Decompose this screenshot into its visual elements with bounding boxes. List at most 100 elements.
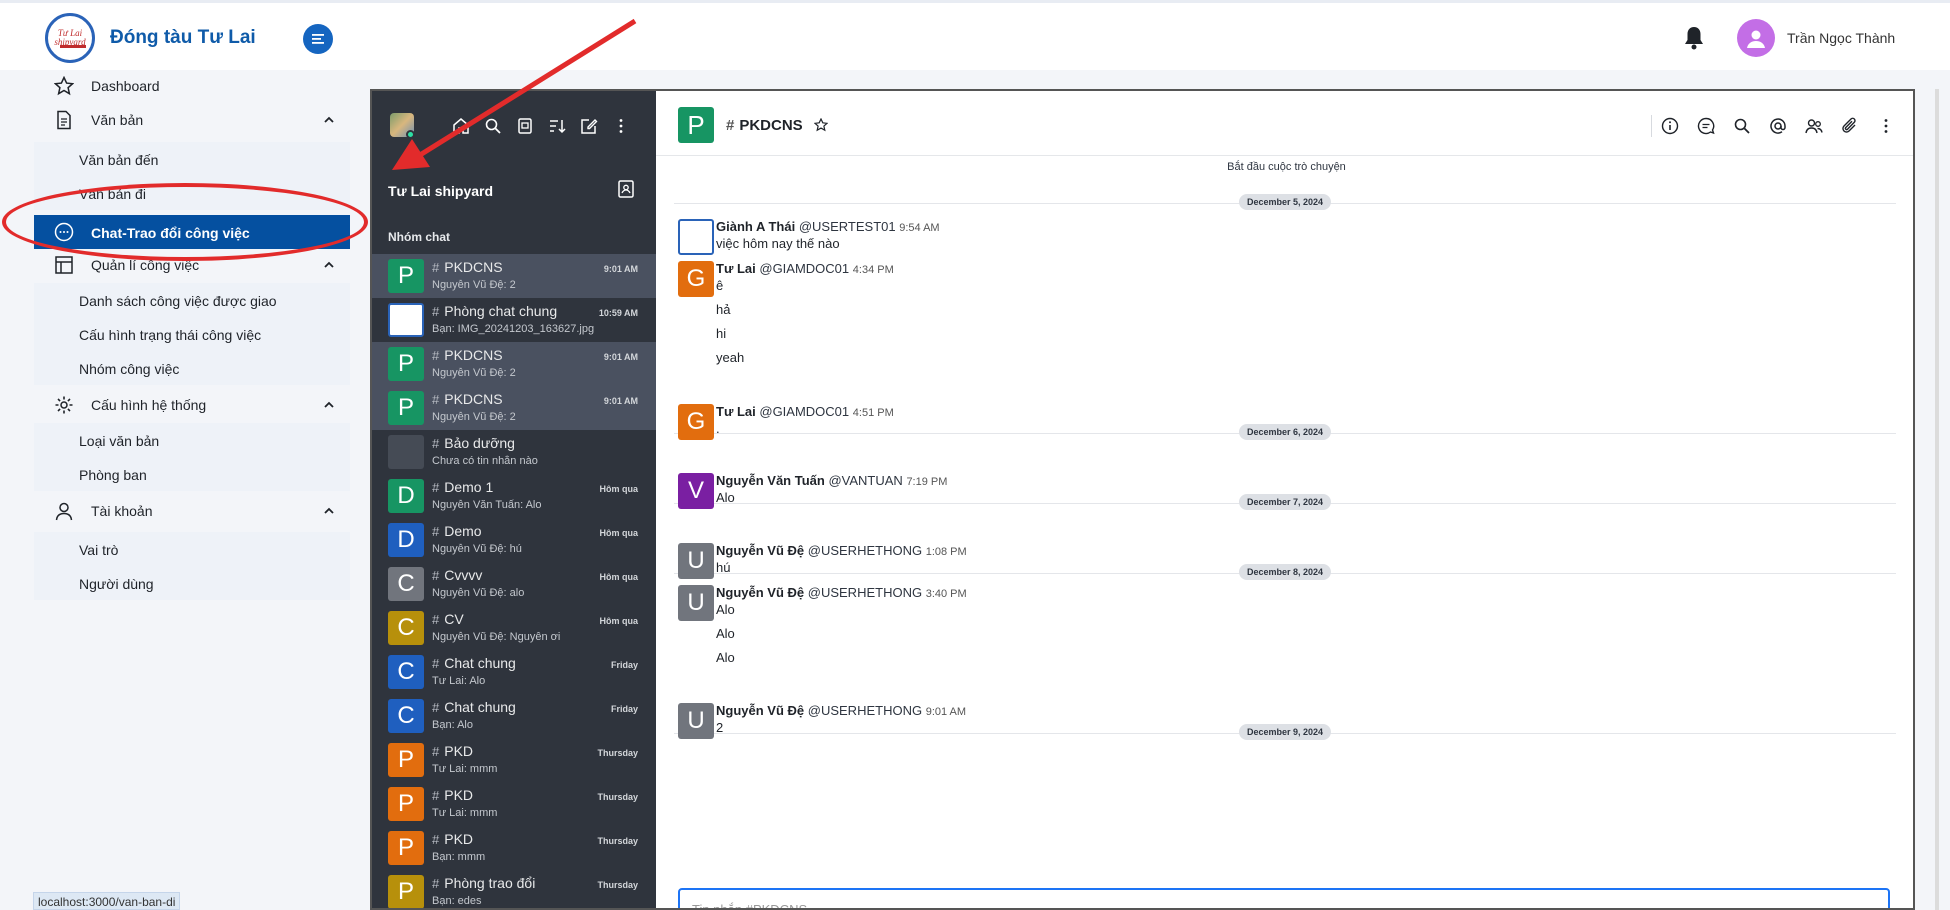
message-author[interactable]: Giành A Thái — [716, 219, 795, 234]
message-avatar[interactable]: U — [678, 543, 714, 579]
sidebar-item-van-ban-di[interactable]: Văn bản đi — [34, 176, 350, 210]
sidebar-item-label: Văn bản đi — [79, 186, 146, 202]
attachment-icon[interactable] — [1841, 117, 1859, 135]
sidebar-item-chat[interactable]: Chat-Trao đổi công việc — [34, 215, 350, 249]
room-last-message: Tư Lai: Alo — [432, 675, 486, 687]
app-logo[interactable]: Tư Lai shipyard — [45, 13, 95, 63]
star-icon — [54, 76, 74, 96]
kebab-icon[interactable] — [1877, 117, 1895, 135]
sort-icon[interactable] — [548, 117, 566, 135]
task-board-icon — [55, 256, 73, 274]
page-scrollbar[interactable] — [1935, 89, 1939, 910]
room-item[interactable]: C # Chat chung Tư Lai: Alo Friday — [372, 650, 656, 694]
threads-icon[interactable] — [1697, 117, 1715, 135]
hash-icon: # — [432, 304, 440, 319]
room-item[interactable]: C # Cvvvv Nguyễn Vũ Đệ: alo Hôm qua — [372, 562, 656, 606]
room-last-message: Bạn: mmm — [432, 851, 486, 863]
message-avatar[interactable]: V — [678, 473, 714, 509]
sidebar-item-van-ban-den[interactable]: Văn bản đến — [34, 142, 350, 176]
directory-icon[interactable] — [516, 117, 534, 135]
room-item[interactable]: C # Chat chung Bạn: Alo Friday — [372, 694, 656, 738]
room-item[interactable]: P # PKD Tư Lai: mmm Thursday — [372, 738, 656, 782]
message-composer[interactable]: Tin nhắn #PKDCNS — [678, 888, 1890, 910]
info-icon[interactable] — [1661, 117, 1679, 135]
sidebar-item-cau-hinh-he-thong[interactable]: Cấu hình hệ thống — [34, 389, 350, 421]
sidebar-item-loai-van-ban[interactable]: Loại văn bản — [34, 423, 350, 457]
sidebar-item-quan-li[interactable]: Quản lí công việc — [34, 249, 350, 281]
user-avatar[interactable] — [1737, 19, 1775, 57]
message-text: việc hôm nay thế nào — [716, 236, 840, 251]
room-last-message: Nguyễn Vũ Đệ: Nguyên ơi — [432, 631, 561, 643]
message-time: 4:51 PM — [852, 407, 894, 419]
menu-toggle-button[interactable] — [303, 24, 333, 54]
sidebar-item-nhom-cong-viec[interactable]: Nhóm công việc — [34, 351, 350, 385]
message-header: Nguyễn Vũ Đệ @USERHETHONG 1:08 PM — [716, 543, 967, 558]
message-avatar[interactable]: U — [678, 585, 714, 621]
room-item[interactable]: P # PKDCNS Nguyễn Vũ Đệ: 2 9:01 AM — [372, 254, 656, 298]
search-icon[interactable] — [1733, 117, 1751, 135]
message-author[interactable]: Tư Lai — [716, 261, 756, 276]
sidebar-item-dashboard[interactable]: Dashboard — [34, 70, 350, 102]
sidebar-item-ds-cong-viec[interactable]: Danh sách công việc được giao — [34, 283, 350, 317]
message-avatar[interactable]: U — [678, 703, 714, 739]
room-item[interactable]: P # PKD Tư Lai: mmm Thursday — [372, 782, 656, 826]
message-author[interactable]: Nguyễn Vũ Đệ — [716, 543, 804, 558]
room-item[interactable]: D # Demo 1 Nguyễn Văn Tuấn: Alo Hôm qua — [372, 474, 656, 518]
message-avatar[interactable] — [678, 219, 714, 255]
message-text: Alo — [716, 490, 735, 505]
room-name-text: Chat chung — [444, 655, 516, 671]
contact-book-icon[interactable] — [616, 179, 636, 199]
date-label: December 9, 2024 — [1238, 724, 1332, 740]
message-avatar[interactable]: G — [678, 261, 714, 297]
room-item[interactable]: P # Phòng trao đổi Bạn: edes Thursday — [372, 870, 656, 908]
room-name-text: Chat chung — [444, 699, 516, 715]
room-item[interactable]: P # PKDCNS Nguyễn Vũ Đệ: 2 9:01 AM — [372, 342, 656, 386]
brand-name[interactable]: Đóng tàu Tư Lai — [110, 27, 256, 49]
room-avatar[interactable]: P — [678, 107, 714, 143]
mention-icon[interactable] — [1769, 117, 1787, 135]
star-icon[interactable] — [814, 118, 828, 132]
search-icon[interactable] — [484, 117, 502, 135]
room-avatar: C — [388, 655, 424, 689]
hash-icon: # — [432, 480, 440, 495]
message-author[interactable]: Tư Lai — [716, 404, 756, 419]
room-avatar: C — [388, 699, 424, 733]
sidebar-item-tai-khoan[interactable]: Tài khoản — [34, 495, 350, 527]
person-icon — [55, 502, 73, 521]
sidebar-item-label: Văn bản — [91, 112, 144, 128]
room-name-text: Bảo dưỡng — [444, 435, 515, 451]
members-icon[interactable] — [1805, 117, 1823, 135]
sidebar-item-label: Quản lí công việc — [91, 257, 200, 273]
message-author[interactable]: Nguyễn Văn Tuấn — [716, 473, 825, 488]
room-title[interactable]: # PKDCNS — [726, 117, 803, 134]
room-item[interactable]: P # PKD Bạn: mmm Thursday — [372, 826, 656, 870]
sidebar-item-phong-ban[interactable]: Phòng ban — [34, 457, 350, 491]
hash-icon: # — [432, 700, 440, 715]
message-time: 7:19 PM — [906, 476, 948, 488]
message-avatar[interactable]: G — [678, 404, 714, 440]
room-name-text: Demo — [444, 523, 482, 539]
kebab-icon[interactable] — [612, 117, 630, 135]
room-item[interactable]: C # CV Nguyễn Vũ Đệ: Nguyên ơi Hôm qua — [372, 606, 656, 650]
edit-icon[interactable] — [580, 117, 598, 135]
composer-placeholder: Tin nhắn #PKDCNS — [692, 902, 808, 910]
menu-icon — [312, 34, 324, 44]
sidebar-item-cau-hinh-trang-thai[interactable]: Cấu hình trạng thái công việc — [34, 317, 350, 351]
sidebar-item-van-ban[interactable]: Văn bản — [34, 104, 350, 136]
message-author[interactable]: Nguyễn Vũ Đệ — [716, 585, 804, 600]
hash-icon: # — [432, 832, 440, 847]
room-item[interactable]: D # Demo Nguyễn Vũ Đệ: hú Hôm qua — [372, 518, 656, 562]
sidebar-item-label: Loại văn bản — [79, 433, 160, 449]
message-author[interactable]: Nguyễn Vũ Đệ — [716, 703, 804, 718]
sidebar-item-nguoi-dung[interactable]: Người dùng — [34, 566, 350, 600]
bell-icon[interactable] — [1683, 25, 1705, 51]
room-avatar: P — [388, 743, 424, 777]
room-item[interactable]: # Bảo dưỡng Chưa có tin nhắn nào — [372, 430, 656, 474]
sidebar-item-vai-tro[interactable]: Vai trò — [34, 532, 350, 566]
home-icon[interactable] — [452, 117, 470, 135]
sidebar-item-label: Phòng ban — [79, 467, 147, 483]
room-avatar: P — [388, 875, 424, 908]
room-item[interactable]: P # PKDCNS Nguyễn Vũ Đệ: 2 9:01 AM — [372, 386, 656, 430]
room-item[interactable]: # Phòng chat chung Bạn: IMG_20241203_16362… — [372, 298, 656, 342]
user-name[interactable]: Trần Ngọc Thành — [1787, 30, 1895, 46]
